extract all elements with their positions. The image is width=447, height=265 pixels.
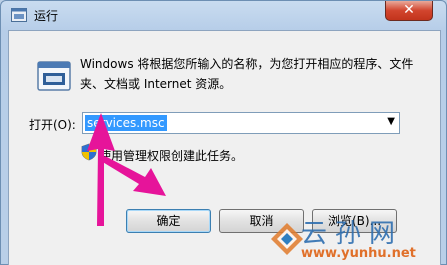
dialog-description: Windows 将根据您所输入的名称，为您打开相应的程序、文件夹、文档或 Int… xyxy=(80,57,414,91)
close-button[interactable]: ✕ xyxy=(385,1,433,21)
ok-button[interactable]: 确定 xyxy=(126,209,211,233)
close-icon: ✕ xyxy=(403,2,415,18)
command-input-value[interactable]: services.msc xyxy=(85,115,167,131)
watermark-text: 云孙网 xyxy=(301,219,404,249)
window-title: 运行 xyxy=(34,9,59,23)
run-app-icon xyxy=(11,8,27,22)
watermark-url: www.yunhu.net xyxy=(301,246,416,261)
command-combobox[interactable]: services.msc ▼ xyxy=(82,112,400,134)
dropdown-arrow-icon[interactable]: ▼ xyxy=(387,116,395,127)
run-program-icon xyxy=(37,61,71,91)
open-label: 打开(O): xyxy=(29,118,76,132)
title-bar[interactable]: 运行 ✕ xyxy=(1,1,446,29)
run-dialog-window: 运行 ✕ Windows 将根据您所输入的名称，为您打开相应的程序、文件夹、文档… xyxy=(0,0,447,265)
uac-shield-icon xyxy=(81,143,97,161)
admin-privilege-note: 使用管理权限创建此任务。 xyxy=(99,149,244,163)
